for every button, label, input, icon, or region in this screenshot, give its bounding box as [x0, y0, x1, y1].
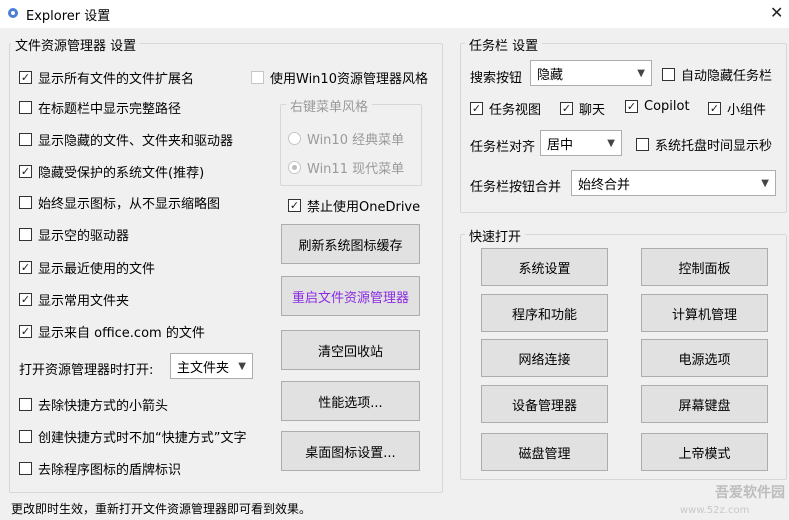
checkbox[interactable]	[662, 68, 675, 81]
performance-options-button[interactable]: 性能选项...	[281, 381, 420, 421]
context-menu-group-title: 右键菜单风格	[286, 96, 373, 115]
status-text: 更改即时生效，重新打开文件资源管理器即可看到效果。	[11, 502, 312, 516]
checkbox[interactable]	[19, 101, 32, 114]
network-connections-button[interactable]: 网络连接	[481, 339, 608, 377]
device-manager-button[interactable]: 设备管理器	[481, 385, 608, 423]
option-show-extensions[interactable]: ✓ 显示所有文件的文件扩展名	[19, 68, 194, 87]
taskbar-align-label: 任务栏对齐	[470, 140, 536, 155]
option-copilot[interactable]: ✓ Copilot	[625, 99, 690, 114]
option-task-view[interactable]: ✓ 任务视图	[470, 99, 541, 118]
option-tray-seconds[interactable]: 系统托盘时间显示秒	[636, 135, 772, 154]
search-button-label: 搜索按钮	[470, 71, 523, 86]
option-no-shortcut-text[interactable]: 创建快捷方式时不加“快捷方式”文字	[19, 427, 246, 446]
option-office-files[interactable]: ✓ 显示来自 office.com 的文件	[19, 322, 205, 341]
god-mode-button[interactable]: 上帝模式	[641, 433, 768, 471]
on-screen-keyboard-button[interactable]: 屏幕键盘	[641, 385, 768, 423]
desktop-icon-settings-button[interactable]: 桌面图标设置...	[281, 431, 420, 471]
checkbox[interactable]	[19, 228, 32, 241]
checkbox[interactable]	[19, 398, 32, 411]
chevron-down-icon: ▼	[637, 67, 645, 79]
radio-button[interactable]	[288, 132, 301, 145]
control-panel-button[interactable]: 控制面板	[641, 248, 768, 286]
quick-open-group-title: 快速打开	[465, 226, 526, 245]
power-options-button[interactable]: 电源选项	[641, 339, 768, 377]
open-explorer-label: 打开资源管理器时打开:	[19, 363, 154, 378]
checkbox[interactable]: ✓	[19, 293, 32, 306]
checkbox[interactable]	[19, 462, 32, 475]
chevron-down-icon: ▼	[607, 137, 615, 149]
checkbox[interactable]: ✓	[708, 102, 721, 115]
empty-recycle-bin-button[interactable]: 清空回收站	[281, 330, 420, 370]
checkbox[interactable]: ✓	[19, 71, 32, 84]
checkbox[interactable]: ✓	[625, 100, 638, 113]
checkbox[interactable]: ✓	[19, 165, 32, 178]
taskbar-merge-label: 任务栏按钮合并	[470, 180, 562, 195]
option-remove-shield[interactable]: 去除程序图标的盾牌标识	[19, 459, 181, 478]
close-button[interactable]: ✕	[770, 3, 783, 22]
checkbox[interactable]: ✓	[19, 325, 32, 338]
option-hide-protected[interactable]: ✓ 隐藏受保护的系统文件(推荐)	[19, 162, 204, 181]
system-settings-button[interactable]: 系统设置	[481, 248, 608, 286]
restart-explorer-button[interactable]: 重启文件资源管理器	[281, 276, 420, 316]
explorer-group-title: 文件资源管理器 设置	[11, 35, 141, 54]
option-full-path[interactable]: 在标题栏中显示完整路径	[19, 98, 181, 117]
taskbar-group-title: 任务栏 设置	[465, 35, 543, 54]
option-recent-files[interactable]: ✓ 显示最近使用的文件	[19, 258, 155, 277]
disk-management-button[interactable]: 磁盘管理	[481, 433, 608, 471]
option-win10-explorer[interactable]: 使用Win10资源管理器风格	[251, 68, 428, 87]
checkbox[interactable]	[19, 133, 32, 146]
checkbox[interactable]	[251, 71, 264, 84]
radio-win10-menu[interactable]: Win10 经典菜单	[288, 129, 404, 148]
computer-management-button[interactable]: 计算机管理	[641, 294, 768, 332]
option-disable-onedrive[interactable]: ✓ 禁止使用OneDrive	[288, 196, 420, 215]
checkbox[interactable]	[19, 430, 32, 443]
open-explorer-select[interactable]: 主文件夹 ▼	[170, 353, 253, 379]
chevron-down-icon: ▼	[238, 360, 246, 372]
radio-win11-menu[interactable]: Win11 现代菜单	[288, 158, 404, 177]
watermark-url: www.52z.com	[680, 505, 750, 516]
programs-features-button[interactable]: 程序和功能	[481, 294, 608, 332]
checkbox[interactable]: ✓	[288, 199, 301, 212]
option-hidden-files[interactable]: 显示隐藏的文件、文件夹和驱动器	[19, 130, 233, 149]
option-frequent-folders[interactable]: ✓ 显示常用文件夹	[19, 290, 129, 309]
taskbar-merge-select[interactable]: 始终合并 ▼	[571, 170, 776, 196]
option-always-icons[interactable]: 始终显示图标，从不显示缩略图	[19, 193, 220, 212]
gear-icon	[8, 8, 18, 18]
checkbox[interactable]: ✓	[470, 102, 483, 115]
option-chat[interactable]: ✓ 聊天	[560, 99, 605, 118]
checkbox[interactable]: ✓	[19, 261, 32, 274]
option-autohide-taskbar[interactable]: 自动隐藏任务栏	[662, 65, 772, 84]
checkbox[interactable]	[636, 138, 649, 151]
checkbox[interactable]	[19, 196, 32, 209]
title-bar	[0, 0, 789, 28]
checkbox[interactable]: ✓	[560, 102, 573, 115]
option-remove-arrow[interactable]: 去除快捷方式的小箭头	[19, 395, 168, 414]
chevron-down-icon: ▼	[761, 177, 769, 189]
option-widgets[interactable]: ✓ 小组件	[708, 99, 766, 118]
option-empty-drives[interactable]: 显示空的驱动器	[19, 225, 129, 244]
search-button-select[interactable]: 隐藏 ▼	[530, 60, 652, 86]
refresh-icon-cache-button[interactable]: 刷新系统图标缓存	[281, 224, 420, 264]
window-title: Explorer 设置	[26, 9, 111, 24]
taskbar-align-select[interactable]: 居中 ▼	[540, 130, 622, 156]
radio-button[interactable]	[288, 161, 301, 174]
